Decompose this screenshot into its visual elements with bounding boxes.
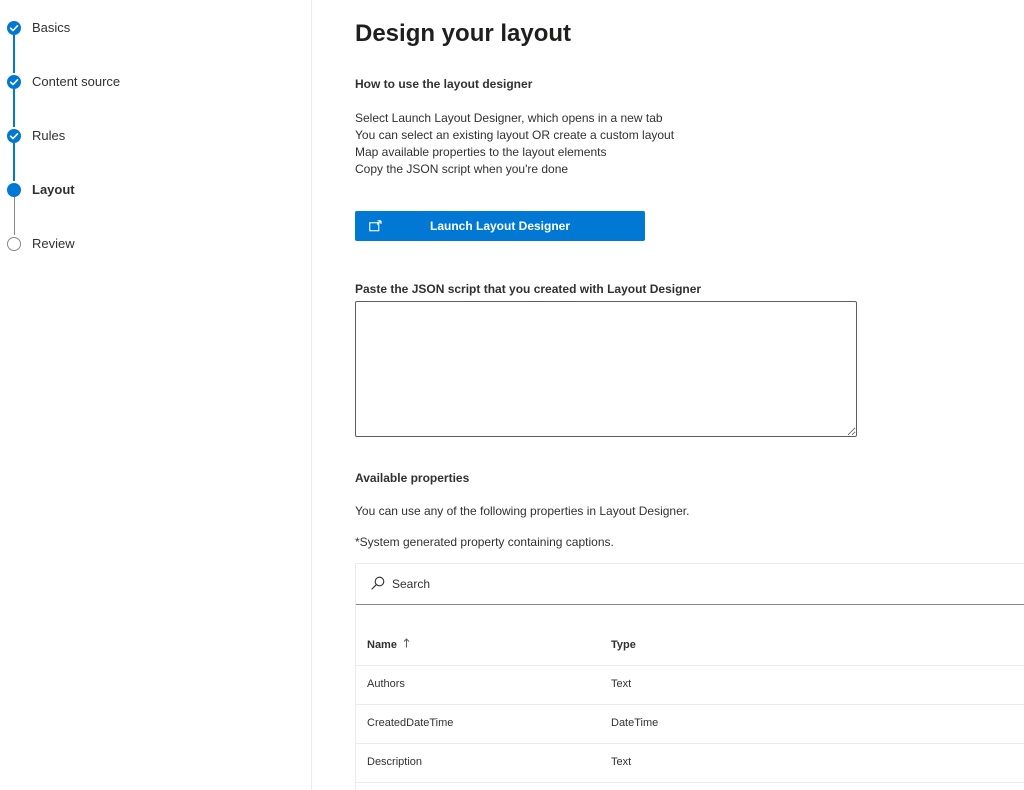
checkmark-icon bbox=[7, 21, 21, 35]
instructions-list: Select Launch Layout Designer, which ope… bbox=[355, 110, 674, 178]
current-step-dot-icon bbox=[7, 183, 21, 197]
column-header-label: Name bbox=[367, 639, 397, 651]
properties-table-header: Name Type bbox=[356, 626, 1024, 666]
howto-heading: How to use the layout designer bbox=[355, 77, 533, 91]
column-header-name[interactable]: Name bbox=[367, 626, 410, 664]
property-type: Text bbox=[611, 756, 632, 768]
step-connector bbox=[13, 35, 15, 73]
step-connector bbox=[13, 89, 15, 127]
step-layout[interactable]: Layout bbox=[0, 180, 300, 200]
step-review[interactable]: Review bbox=[0, 234, 300, 254]
table-row[interactable]: Description Text bbox=[356, 743, 1024, 783]
properties-list: Search Name Type Authors Text CreatedDat… bbox=[355, 563, 1024, 790]
property-name: CreatedDateTime bbox=[367, 717, 454, 729]
launch-layout-designer-button[interactable]: Launch Layout Designer bbox=[355, 211, 645, 241]
json-field-label: Paste the JSON script that you created w… bbox=[355, 282, 702, 296]
layout-step-panel: Design your layout How to use the layout… bbox=[355, 0, 1024, 790]
sort-ascending-icon bbox=[403, 626, 410, 664]
step-connector bbox=[13, 143, 15, 181]
property-name: Authors bbox=[367, 678, 405, 690]
step-label: Review bbox=[32, 236, 75, 251]
pending-step-circle-icon bbox=[7, 237, 21, 251]
instruction-line: Select Launch Layout Designer, which ope… bbox=[355, 111, 663, 125]
properties-search-box[interactable]: Search bbox=[356, 564, 1024, 605]
step-rules[interactable]: Rules bbox=[0, 126, 300, 146]
button-label: Launch Layout Designer bbox=[429, 219, 571, 233]
wizard-step-nav: Basics Content source Rules Layout Revie… bbox=[0, 0, 312, 790]
step-content-source[interactable]: Content source bbox=[0, 72, 300, 92]
property-type: DateTime bbox=[611, 717, 659, 729]
table-row[interactable]: Authors Text bbox=[356, 665, 1024, 705]
system-generated-note: *System generated property containing ca… bbox=[355, 535, 614, 549]
step-connector bbox=[13, 197, 15, 235]
step-basics[interactable]: Basics bbox=[0, 18, 300, 38]
step-label: Rules bbox=[32, 128, 66, 143]
checkmark-icon bbox=[7, 75, 21, 89]
checkmark-icon bbox=[7, 129, 21, 143]
instruction-line: Copy the JSON script when you're done bbox=[355, 162, 569, 176]
search-icon bbox=[371, 576, 385, 595]
instruction-line: Map available properties to the layout e… bbox=[355, 145, 607, 159]
available-properties-description: You can use any of the following propert… bbox=[355, 504, 690, 518]
step-label: Layout bbox=[32, 182, 75, 197]
property-name: Description bbox=[367, 756, 423, 768]
table-row[interactable]: CreatedDateTime DateTime bbox=[356, 704, 1024, 744]
column-header-type[interactable]: Type bbox=[611, 626, 636, 664]
search-placeholder: Search bbox=[392, 577, 431, 591]
step-label: Content source bbox=[32, 74, 121, 89]
page-title: Design your layout bbox=[355, 20, 572, 47]
instruction-line: You can select an existing layout OR cre… bbox=[355, 128, 675, 142]
step-label: Basics bbox=[32, 20, 71, 35]
property-type: Text bbox=[611, 678, 632, 690]
json-script-textarea[interactable] bbox=[355, 301, 857, 437]
available-properties-heading: Available properties bbox=[355, 471, 470, 485]
